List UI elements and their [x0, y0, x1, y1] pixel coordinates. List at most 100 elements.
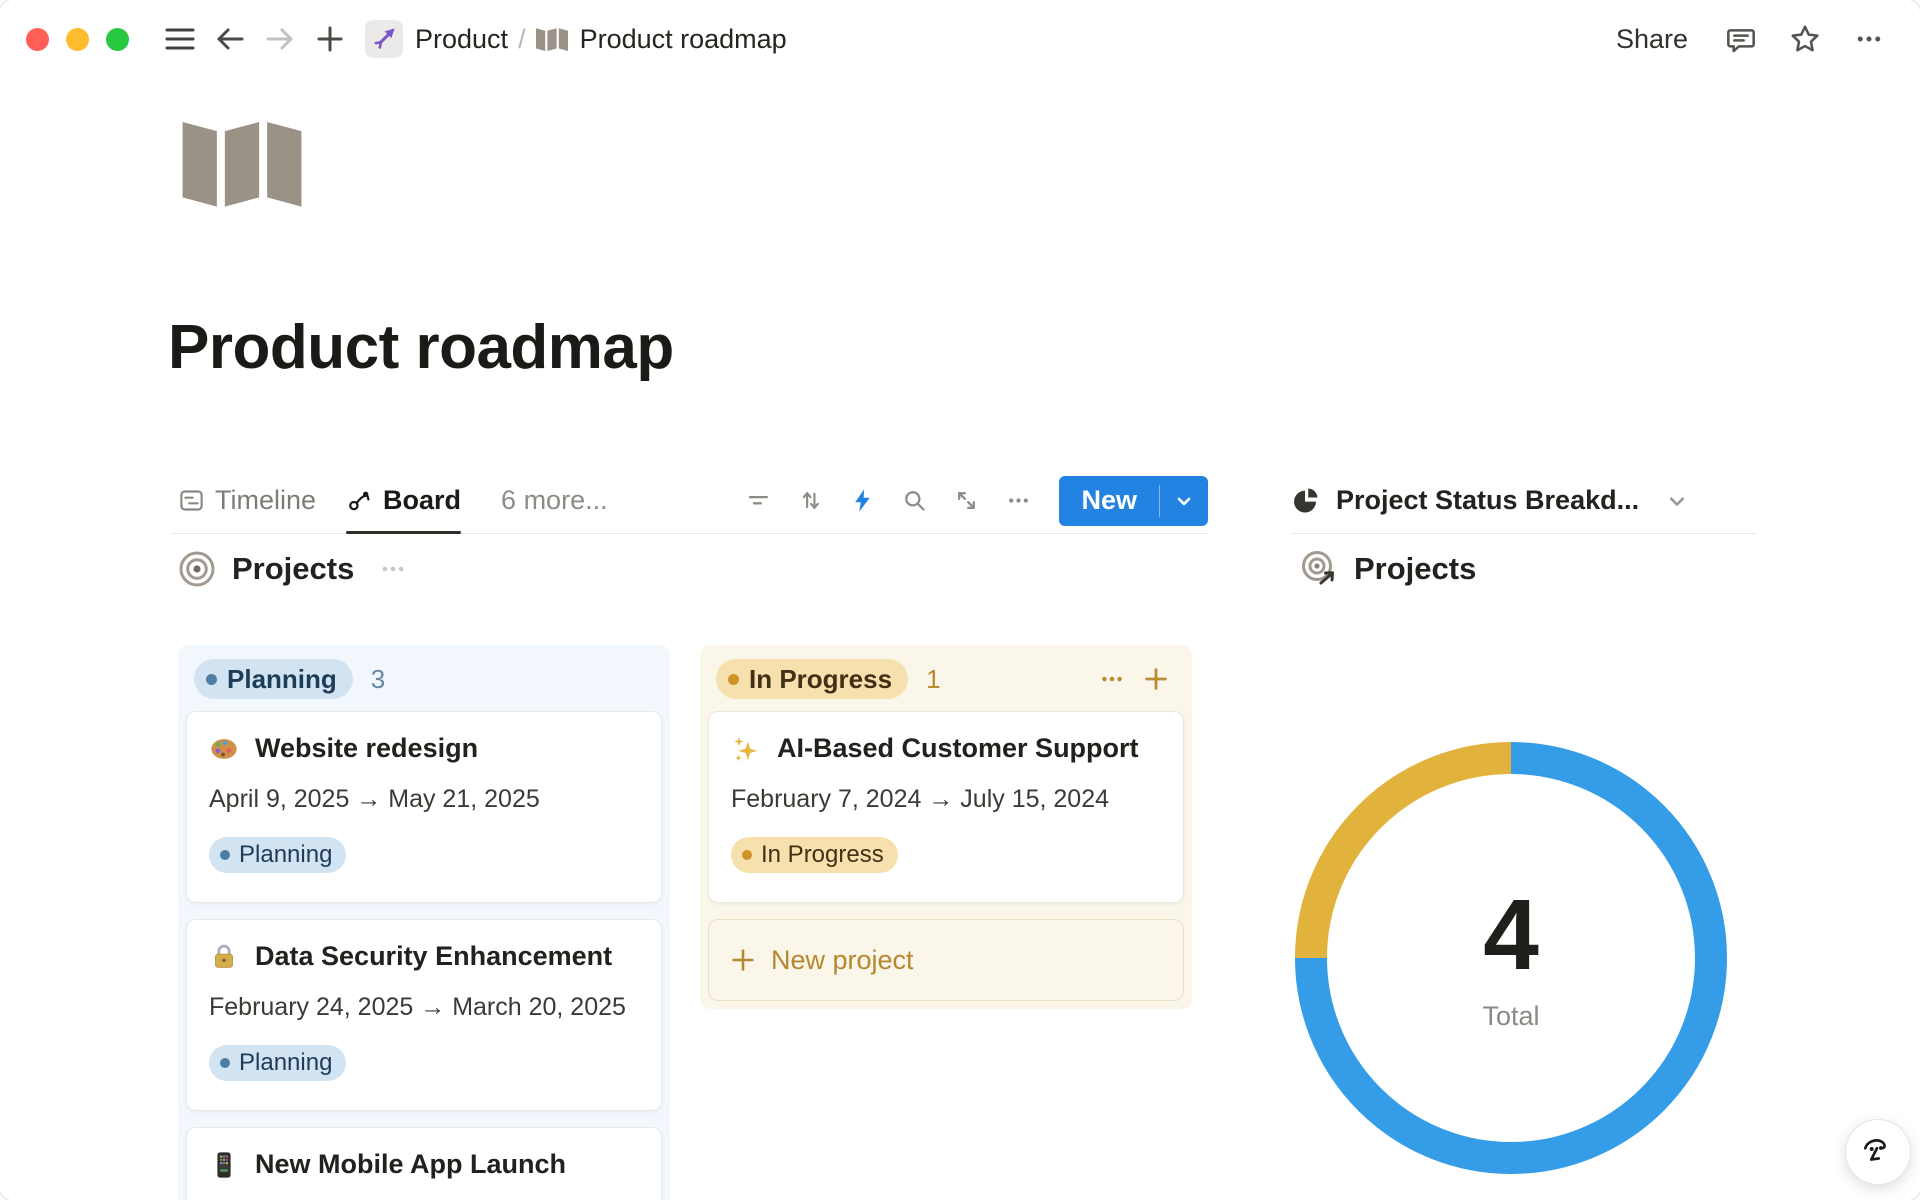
more-options-icon	[1005, 487, 1032, 514]
star-icon	[1789, 23, 1821, 55]
column-in-progress: In Progress 1 AI-Based Customer Sup	[700, 645, 1192, 1009]
share-button[interactable]: Share	[1602, 24, 1702, 55]
card-title: Data Security Enhancement	[255, 941, 612, 972]
status-label: In Progress	[761, 841, 884, 869]
plus-icon	[729, 946, 757, 974]
sidebar-toggle-button[interactable]	[158, 17, 202, 61]
tab-timeline-label: Timeline	[215, 485, 316, 516]
comments-button[interactable]	[1719, 17, 1763, 61]
column-planning-cards: Website redesign April 9, 2025 → May 21,…	[186, 711, 662, 1200]
hamburger-menu-icon	[165, 26, 195, 52]
topbar-actions: Share	[1602, 17, 1894, 61]
tab-board[interactable]: Board	[338, 468, 469, 533]
new-tab-button[interactable]	[308, 17, 352, 61]
page-icon-map[interactable]	[178, 114, 306, 210]
card-dates: April 9, 2025 → May 21, 2025	[209, 785, 639, 814]
fullscreen-window-button[interactable]	[106, 28, 129, 51]
palette-icon	[209, 734, 239, 764]
chart-view-header[interactable]: Project Status Breakd...	[1290, 468, 1757, 534]
back-arrow-icon	[215, 26, 245, 52]
card-title: AI-Based Customer Support	[777, 733, 1139, 764]
board-section-title[interactable]: Projects	[232, 551, 354, 587]
more-options-icon	[1098, 665, 1126, 693]
breadcrumb-item-current[interactable]: Product roadmap	[536, 24, 787, 55]
card-dates: February 7, 2024 → July 15, 2024	[731, 785, 1161, 814]
close-window-button[interactable]	[26, 28, 49, 51]
sparkles-icon	[731, 734, 761, 764]
expand-button[interactable]	[943, 478, 989, 524]
plus-icon	[316, 25, 344, 53]
breadcrumb-product-label: Product	[415, 24, 508, 55]
sort-icon	[797, 487, 824, 514]
card-status-badge: Planning	[209, 837, 346, 873]
more-options-icon	[1854, 24, 1884, 54]
favorite-button[interactable]	[1783, 17, 1827, 61]
tab-board-label: Board	[383, 485, 461, 516]
plus-icon	[1142, 665, 1170, 693]
card-dates: February 24, 2025 → March 20, 2025	[209, 993, 639, 1022]
new-dropdown-button[interactable]	[1160, 476, 1208, 526]
status-dot	[742, 850, 752, 860]
chart-section-title[interactable]: Projects	[1354, 551, 1476, 587]
filter-button[interactable]	[735, 478, 781, 524]
status-dot	[728, 674, 739, 685]
column-count: 3	[371, 664, 385, 695]
chart-view-dropdown-button[interactable]	[1663, 487, 1691, 515]
status-badge-in-progress[interactable]: In Progress	[716, 659, 908, 699]
chevron-down-icon	[1663, 487, 1691, 515]
new-project-button[interactable]: New project	[708, 919, 1184, 1001]
automation-bolt-icon	[849, 487, 876, 514]
notion-ai-button[interactable]	[1845, 1119, 1911, 1185]
card-website-redesign[interactable]: Website redesign April 9, 2025 → May 21,…	[186, 711, 662, 903]
donut-center: 4 Total	[1290, 737, 1732, 1179]
status-label: In Progress	[749, 664, 892, 695]
chart-view-title: Project Status Breakd...	[1336, 485, 1639, 516]
kanban-board: Planning 3 Website redesign April 9, 202…	[178, 645, 1192, 1200]
card-data-security-enhancement[interactable]: Data Security Enhancement February 24, 2…	[186, 919, 662, 1111]
minimize-window-button[interactable]	[66, 28, 89, 51]
status-dot	[220, 1058, 230, 1068]
status-badge-planning[interactable]: Planning	[194, 659, 353, 699]
forward-button[interactable]	[258, 17, 302, 61]
search-icon	[901, 487, 928, 514]
breadcrumb-separator: /	[518, 24, 526, 55]
back-button[interactable]	[208, 17, 252, 61]
pie-chart-icon	[1290, 486, 1320, 516]
card-status-badge: Planning	[209, 1045, 346, 1081]
column-add-card-button[interactable]	[1136, 659, 1176, 699]
map-icon	[178, 114, 306, 210]
card-title: Website redesign	[255, 733, 478, 764]
status-label: Planning	[239, 841, 332, 869]
column-in-progress-cards: AI-Based Customer Support February 7, 20…	[708, 711, 1184, 903]
column-planning: Planning 3 Website redesign April 9, 202…	[178, 645, 670, 1200]
column-planning-header: Planning 3	[186, 655, 662, 703]
donut-total-label: Total	[1482, 1001, 1539, 1032]
sort-button[interactable]	[787, 478, 833, 524]
new-button-group: New	[1059, 476, 1208, 526]
new-button[interactable]: New	[1059, 476, 1159, 526]
chart-section-header: Projects	[1300, 550, 1476, 588]
timeline-view-icon	[178, 487, 205, 514]
view-toolbar: New	[735, 476, 1208, 526]
window-controls	[26, 28, 129, 51]
automations-button[interactable]	[839, 478, 885, 524]
column-options-button[interactable]	[1092, 659, 1132, 699]
status-donut-chart: 4 Total	[1290, 737, 1732, 1179]
page-title[interactable]: Product roadmap	[168, 312, 674, 383]
card-new-mobile-app-launch[interactable]: New Mobile App Launch May 1, 2025 → May …	[186, 1127, 662, 1200]
page-options-button[interactable]	[1847, 17, 1891, 61]
view-options-button[interactable]	[995, 478, 1041, 524]
filter-icon	[745, 487, 772, 514]
card-ai-based-customer-support[interactable]: AI-Based Customer Support February 7, 20…	[708, 711, 1184, 903]
view-tabs-bar: Timeline Board 6 more...	[170, 468, 1208, 534]
status-label: Planning	[239, 1049, 332, 1077]
more-views-button[interactable]: 6 more...	[495, 484, 614, 517]
lock-icon	[209, 942, 239, 972]
column-actions	[1092, 659, 1176, 699]
donut-total-value: 4	[1483, 885, 1539, 985]
more-options-icon	[378, 554, 408, 584]
search-button[interactable]	[891, 478, 937, 524]
breadcrumb-item-product[interactable]: Product	[365, 20, 508, 58]
board-section-options-button[interactable]	[378, 554, 408, 584]
tab-timeline[interactable]: Timeline	[170, 468, 324, 533]
